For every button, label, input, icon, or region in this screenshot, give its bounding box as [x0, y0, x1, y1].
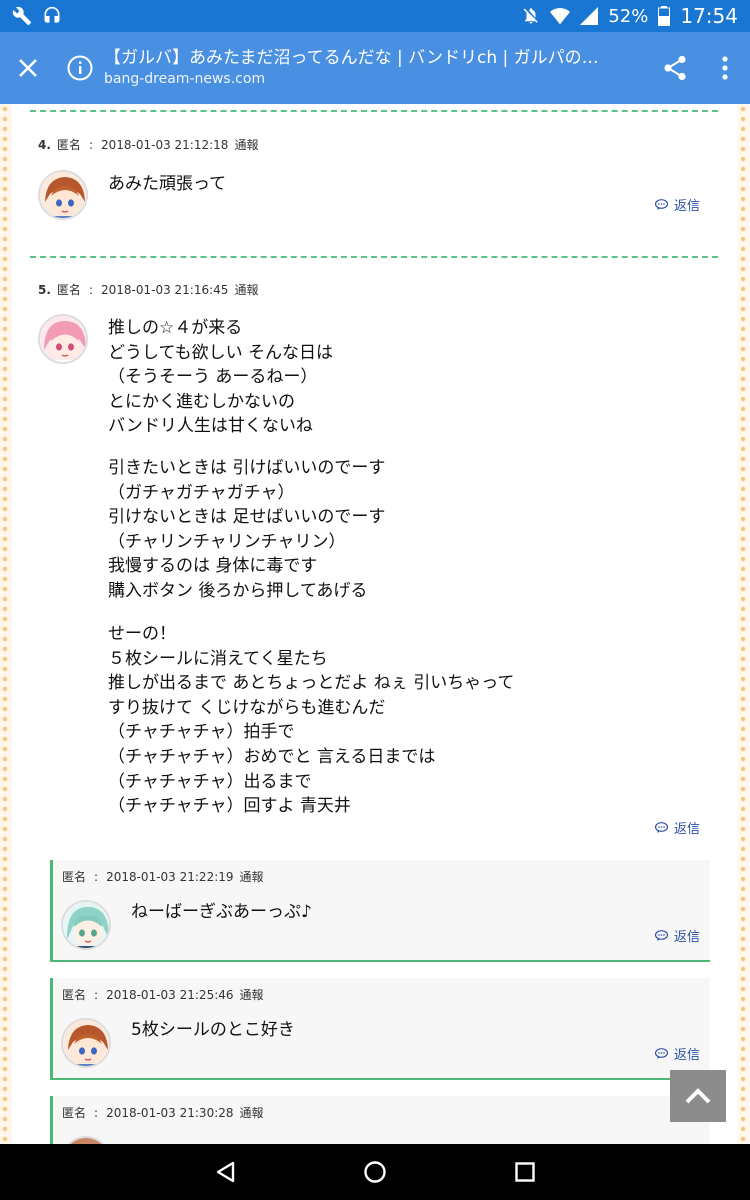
back-button[interactable]	[195, 1144, 255, 1200]
battery-icon	[658, 6, 671, 26]
home-circle-icon	[364, 1161, 386, 1183]
reply-comment: 匿名:2018-01-03 21:22:19 通報 ねーばーぎぶあーっぷ♪ 返信	[50, 860, 710, 962]
page-title-area[interactable]: 【ガルバ】あみたまだ沼ってるんだな | バンドリch | ガルパの… bang-…	[104, 47, 650, 89]
report-link[interactable]: 通報	[240, 988, 264, 1002]
page-border-left	[0, 104, 12, 1144]
comment-meta: 匿名:2018-01-03 21:30:28 通報	[62, 1106, 264, 1120]
comment-author: 匿名	[56, 283, 81, 297]
recents-button[interactable]	[495, 1144, 555, 1200]
reply-comment: 匿名:2018-01-03 21:30:28 通報	[50, 1096, 710, 1144]
reply-label: 返信	[674, 930, 701, 945]
signal-icon	[580, 7, 599, 25]
reply-comment: 匿名:2018-01-03 21:25:46 通報 5枚シールのとこ好き 返信	[50, 978, 710, 1080]
comment-text-block: せーの！ ５枚シールに消えてく星たち 推しが出るまで あとちょっとだよ ねぇ 引…	[108, 624, 515, 817]
report-link[interactable]: 通報	[234, 283, 258, 297]
avatar	[61, 1018, 111, 1068]
system-navigation-bar	[0, 1144, 750, 1200]
recents-square-icon	[515, 1162, 535, 1182]
reply-link[interactable]: 返信	[655, 195, 700, 214]
comment-text: あみた頑張って	[108, 174, 227, 194]
scroll-to-top-button[interactable]	[670, 1070, 726, 1122]
comment-number: 4.	[38, 138, 51, 152]
avatar	[61, 900, 111, 950]
info-icon	[67, 55, 93, 81]
comment-text-block: 推しの☆４が来る どうしても欲しい そんな日は （そうそーう あーるねー） とに…	[108, 318, 334, 437]
comment-meta: 4. 匿名:2018-01-03 21:12:18 通報	[38, 138, 259, 152]
chat-bubble-icon	[655, 822, 668, 833]
comment-divider	[30, 256, 718, 258]
mute-icon	[522, 7, 540, 25]
more-vert-icon	[722, 56, 728, 80]
close-button[interactable]	[0, 32, 56, 104]
avatar	[38, 314, 88, 364]
share-button[interactable]	[650, 32, 700, 104]
reply-link[interactable]: 返信	[655, 818, 700, 837]
page-url: bang-dream-news.com	[104, 71, 266, 87]
headset-icon	[42, 6, 62, 26]
comment-timestamp: 2018-01-03 21:25:46	[106, 988, 234, 1002]
chat-bubble-icon	[655, 930, 668, 941]
comment-meta: 5. 匿名:2018-01-03 21:16:45 通報	[38, 283, 259, 297]
comment-meta: 匿名:2018-01-03 21:25:46 通報	[62, 988, 264, 1002]
reply-label: 返信	[674, 199, 701, 214]
wifi-icon	[550, 7, 571, 25]
comment-text: 5枚シールのとこ好き	[131, 1020, 295, 1040]
comment-timestamp: 2018-01-03 21:30:28	[106, 1106, 234, 1120]
comment-text-block: 引きたいときは 引けばいいのでーす （ガチャガチャガチャ） 引けないときは 足せ…	[108, 458, 386, 601]
comment-number: 5.	[38, 283, 51, 297]
page-title: 【ガルバ】あみたまだ沼ってるんだな | バンドリch | ガルパの…	[104, 48, 599, 68]
comment-author: 匿名	[62, 988, 87, 1002]
avatar	[61, 1136, 111, 1144]
report-link[interactable]: 通報	[240, 870, 264, 884]
reply-link[interactable]: 返信	[655, 1044, 700, 1063]
share-icon	[664, 55, 686, 81]
comment-text: ねーばーぎぶあーっぷ♪	[131, 902, 312, 922]
reply-label: 返信	[674, 1048, 701, 1063]
avatar	[38, 170, 88, 220]
reply-link[interactable]: 返信	[655, 926, 700, 945]
chevron-up-icon	[685, 1088, 711, 1104]
custom-tab-toolbar: 【ガルバ】あみたまだ沼ってるんだな | バンドリch | ガルパの… bang-…	[0, 32, 750, 104]
comment-timestamp: 2018-01-03 21:16:45	[100, 283, 229, 297]
home-button[interactable]	[345, 1144, 405, 1200]
web-content[interactable]: 4. 匿名:2018-01-03 21:12:18 通報 あみた頑張って 返信 5.…	[0, 104, 750, 1144]
comment-timestamp: 2018-01-03 21:22:19	[106, 870, 234, 884]
status-bar: 52% 17:54	[0, 0, 750, 32]
wrench-icon	[12, 6, 32, 26]
comment-author: 匿名	[62, 1106, 87, 1120]
report-link[interactable]: 通報	[240, 1106, 264, 1120]
comment-divider	[30, 110, 718, 112]
comment-author: 匿名	[62, 870, 87, 884]
comment-meta: 匿名:2018-01-03 21:22:19 通報	[62, 870, 264, 884]
chat-bubble-icon	[655, 199, 668, 210]
page-border-right	[738, 104, 750, 1144]
reply-label: 返信	[674, 822, 701, 837]
comment-author: 匿名	[56, 138, 81, 152]
clock: 17:54	[680, 4, 738, 28]
chat-bubble-icon	[655, 1048, 668, 1059]
battery-percent: 52%	[608, 5, 649, 27]
overflow-menu-button[interactable]	[700, 32, 750, 104]
close-icon	[19, 59, 37, 77]
site-info-button[interactable]	[56, 32, 104, 104]
comment-timestamp: 2018-01-03 21:12:18	[100, 138, 229, 152]
back-triangle-icon	[216, 1161, 235, 1183]
report-link[interactable]: 通報	[234, 138, 258, 152]
